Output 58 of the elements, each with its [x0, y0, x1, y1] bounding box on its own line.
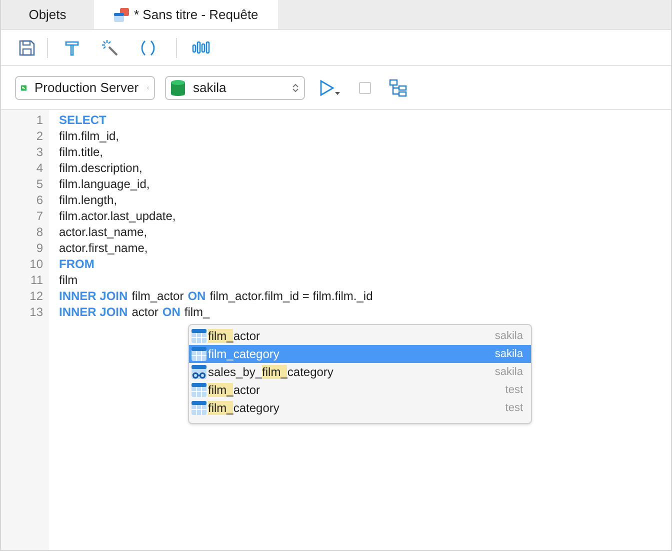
- line-number: 10: [28, 256, 43, 272]
- schema-name: sakila: [494, 346, 524, 362]
- run-icon[interactable]: [319, 78, 341, 96]
- line-number: 2: [35, 128, 43, 144]
- code-text: film.language_id,: [59, 176, 150, 192]
- server-name: Production Server: [34, 78, 139, 97]
- line-number: 13: [28, 304, 43, 320]
- code-text: film.length,: [59, 192, 118, 208]
- view-icon: [191, 364, 207, 380]
- chevron-icon: [292, 82, 299, 92]
- sql-keyword: SELECT: [59, 112, 106, 128]
- code-text: actor.last_name,: [59, 224, 148, 240]
- line-number: 7: [35, 208, 43, 224]
- code-text: actor.first_name,: [59, 240, 148, 256]
- code-text: film.film_id,: [59, 128, 120, 144]
- suggestion-item[interactable]: film_actor test: [189, 381, 531, 399]
- table-icon: [191, 400, 207, 416]
- database-select[interactable]: sakila: [165, 76, 305, 100]
- code-text: film.description,: [59, 160, 142, 176]
- code-text: film_actor.film_id = film.film._id: [210, 288, 373, 304]
- schema-name: sakila: [494, 328, 524, 344]
- server-select[interactable]: Production Server: [15, 76, 155, 100]
- code-text: actor: [132, 304, 158, 320]
- sql-keyword: ON: [162, 304, 180, 320]
- line-number: 11: [30, 272, 43, 288]
- sql-keyword: INNER JOIN: [59, 304, 128, 320]
- suggestion-item[interactable]: film_actor sakila: [189, 327, 531, 345]
- table-icon: [191, 328, 207, 344]
- line-number: 5: [35, 176, 43, 192]
- tab[interactable]: * Sans titre - Requête: [94, 0, 278, 29]
- schema-name: sakila: [494, 364, 524, 380]
- line-number: 12: [28, 288, 43, 304]
- suggestion-item[interactable]: film_category test: [189, 399, 531, 417]
- line-number: 3: [35, 144, 43, 160]
- table-icon: [191, 382, 207, 398]
- code-text: film_actor: [132, 288, 184, 304]
- sql-keyword: FROM: [59, 256, 94, 272]
- sql-keyword: INNER JOIN: [59, 288, 128, 304]
- code-text: film.title,: [59, 144, 104, 160]
- code-text: film.actor.last_update,: [59, 208, 176, 224]
- schema-name: test: [505, 400, 524, 416]
- line-number: 8: [35, 224, 43, 240]
- line-number: 4: [35, 160, 43, 176]
- tree-icon[interactable]: [389, 78, 407, 96]
- sql-keyword: ON: [188, 288, 206, 304]
- database-name: sakila: [193, 78, 228, 97]
- code-text: film_: [184, 304, 210, 320]
- code-text: film: [59, 272, 78, 288]
- table-icon: [191, 346, 207, 362]
- line-number: 1: [35, 112, 43, 128]
- line-number: 6: [35, 192, 43, 208]
- suggestion-item[interactable]: sales_by_film_category sakila: [189, 363, 531, 381]
- schema-name: test: [505, 382, 524, 398]
- save-icon[interactable]: [17, 38, 37, 58]
- magic-wand-icon[interactable]: [100, 38, 120, 58]
- line-number: 9: [35, 240, 43, 256]
- database-icon: [171, 80, 185, 96]
- query-icon: [114, 8, 130, 22]
